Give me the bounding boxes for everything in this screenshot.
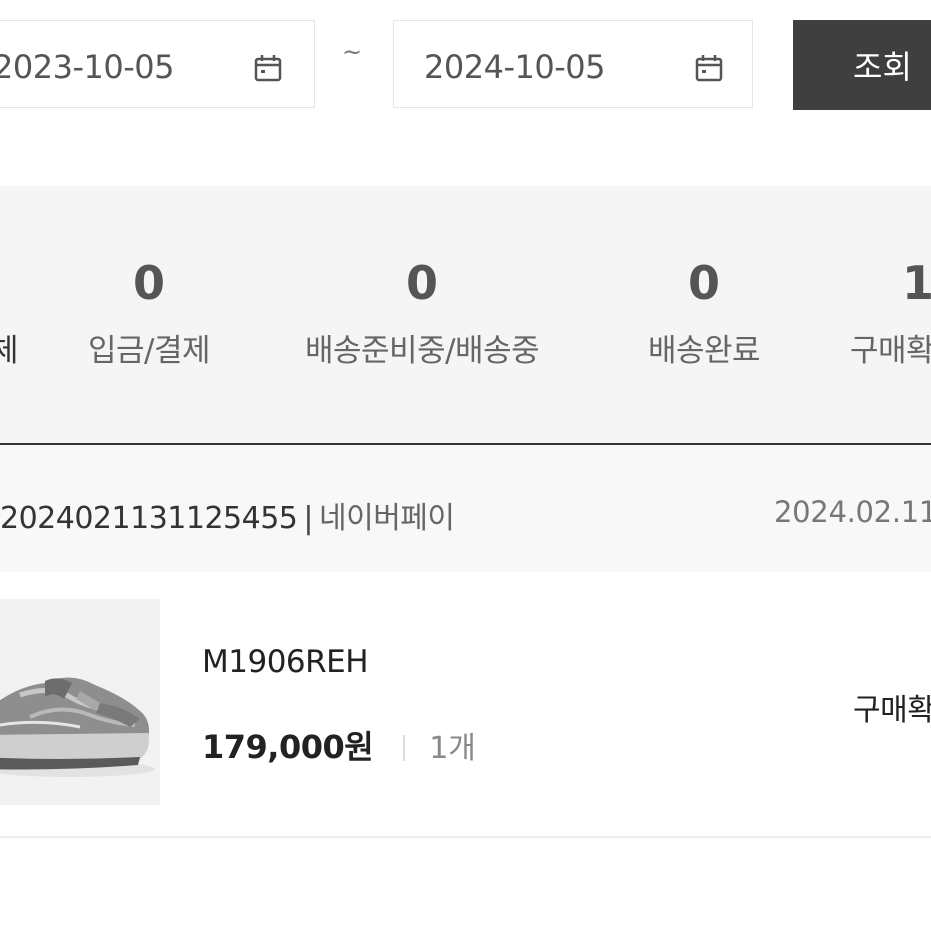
order-status-text: 구매확 (853, 693, 931, 728)
status-all[interactable]: 체 (0, 256, 19, 370)
order-number: 2024021131125455 (0, 501, 298, 536)
date-range-separator: ~ (342, 38, 363, 66)
status-delivered-label: 배송완료 (648, 333, 761, 369)
order-status-summary: 체 0 입금/결제 0 배송준비중/배송중 0 배송완료 1 구매확 (0, 186, 931, 445)
payment-method: 네이버페이 (319, 501, 455, 536)
product-price: 179,000원 (202, 728, 374, 766)
order-info[interactable]: 2024021131125455 | 네이버페이 (0, 493, 455, 537)
status-delivered[interactable]: 0 배송완료 (648, 256, 761, 370)
calendar-icon[interactable] (694, 53, 724, 83)
order-product: M1906REH 179,000원 1개 구매확 (0, 572, 931, 838)
order-date: 2024.02.11 (774, 495, 931, 529)
end-date-field[interactable]: 2024-10-05 (393, 20, 753, 108)
sneaker-image (0, 599, 160, 805)
status-shipping-label: 배송준비중/배송중 (305, 333, 540, 369)
order-header: 2024021131125455 | 네이버페이 2024.02.11 (0, 445, 931, 572)
status-payment[interactable]: 0 입금/결제 (88, 256, 211, 370)
status-shipping-count: 0 (406, 256, 439, 310)
end-date-value: 2024-10-05 (424, 48, 605, 86)
start-date-field[interactable]: 2023-10-05 (0, 20, 315, 108)
start-date-value: 2023-10-05 (0, 48, 174, 86)
status-confirmed[interactable]: 1 구매확 (850, 256, 931, 370)
status-payment-label: 입금/결제 (88, 333, 211, 369)
status-all-label: 체 (0, 333, 19, 369)
calendar-icon[interactable] (253, 53, 283, 83)
price-divider (403, 735, 406, 761)
status-delivered-count: 0 (688, 256, 721, 310)
product-thumbnail[interactable] (0, 599, 160, 805)
status-confirmed-count: 1 (902, 256, 931, 310)
product-name[interactable]: M1906REH (202, 644, 369, 680)
status-shipping[interactable]: 0 배송준비중/배송중 (305, 256, 540, 370)
order-divider: | (303, 501, 313, 536)
status-confirmed-label: 구매확 (850, 333, 931, 369)
product-quantity: 1개 (429, 731, 476, 766)
status-payment-count: 0 (133, 256, 166, 310)
search-button[interactable]: 조회 (793, 20, 931, 110)
price-line: 179,000원 1개 (202, 722, 476, 768)
